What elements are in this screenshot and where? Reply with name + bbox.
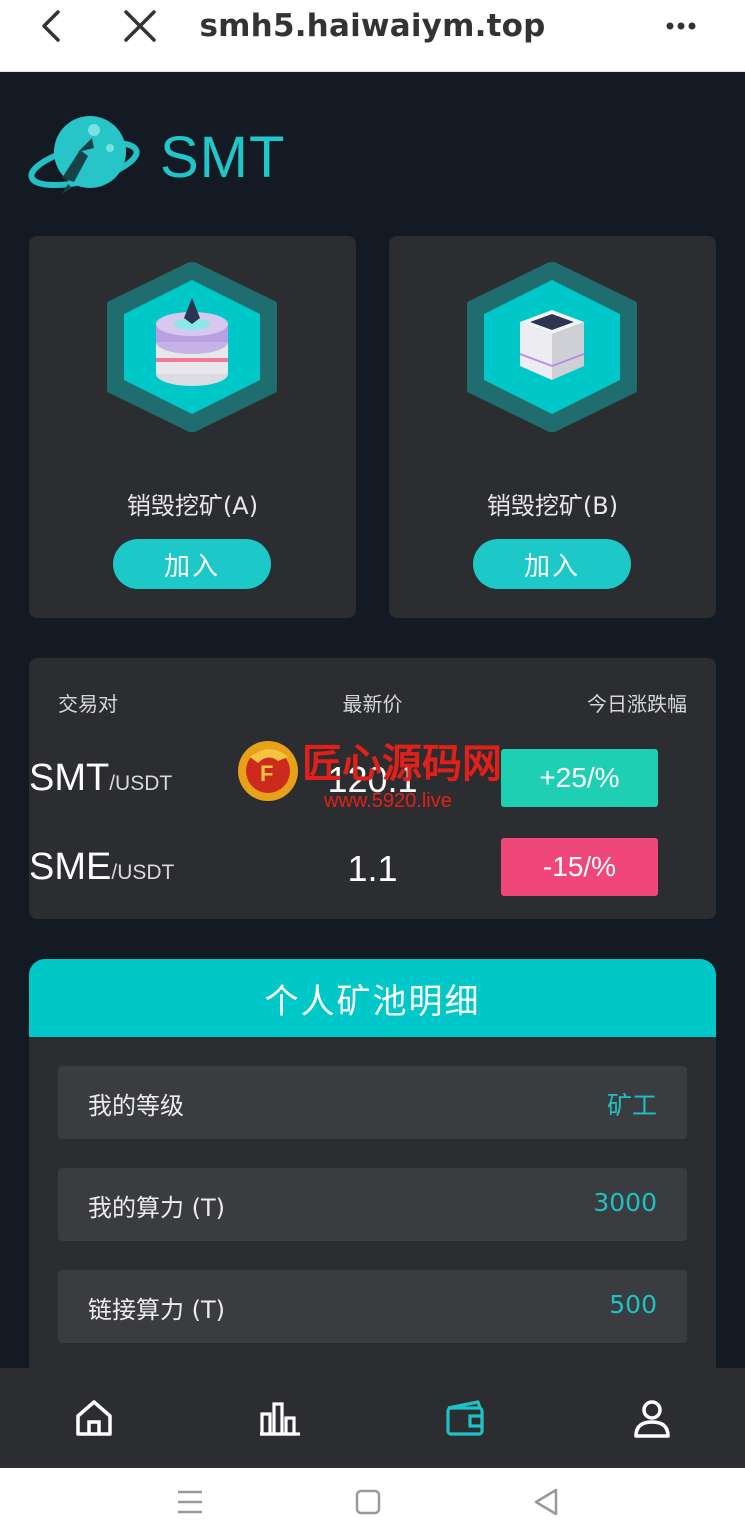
url-text[interactable]: smh5.haiwaiym.top bbox=[0, 8, 745, 44]
header-change: 今日涨跌幅 bbox=[587, 692, 687, 716]
watermark-text: 匠心源码网 bbox=[302, 740, 502, 787]
change-badge: -15/% bbox=[501, 838, 658, 896]
mining-title-b: 销毁挖矿(B) bbox=[486, 492, 619, 520]
system-navigation-bar bbox=[0, 1468, 745, 1536]
join-button-a[interactable]: 加入 bbox=[113, 539, 271, 589]
pool-row-level: 我的等级 矿工 bbox=[58, 1066, 687, 1139]
row-label: 链接算力 (T) bbox=[88, 1296, 226, 1324]
mining-card-a[interactable]: 销毁挖矿(A) 加入 bbox=[29, 236, 356, 618]
row-value: 矿工 bbox=[606, 1091, 657, 1120]
recent-apps-icon[interactable] bbox=[170, 1482, 210, 1522]
brand-header: SMT bbox=[28, 112, 285, 202]
mining-card-b[interactable]: 销毁挖矿(B) 加入 bbox=[389, 236, 716, 618]
market-row-sme[interactable]: SME/USDT 1.1 -15/% bbox=[0, 838, 745, 898]
profile-icon[interactable] bbox=[630, 1396, 674, 1440]
coin-stack-icon bbox=[100, 261, 284, 433]
change-badge: +25/% bbox=[501, 749, 658, 807]
watermark-url: www.5920.live bbox=[323, 790, 452, 812]
row-label: 我的等级 bbox=[88, 1092, 184, 1120]
home-icon[interactable] bbox=[72, 1396, 116, 1440]
back-nav-icon[interactable] bbox=[526, 1482, 566, 1522]
pool-row-link-hashrate: 链接算力 (T) 500 bbox=[58, 1270, 687, 1343]
mining-title-a: 销毁挖矿(A) bbox=[126, 492, 259, 520]
pool-title: 个人矿池明细 bbox=[29, 959, 716, 1037]
pool-details: 我的等级 矿工 我的算力 (T) 3000 链接算力 (T) 500 bbox=[29, 1037, 716, 1368]
chart-icon[interactable] bbox=[258, 1396, 302, 1440]
row-value: 500 bbox=[609, 1290, 657, 1319]
more-icon[interactable] bbox=[660, 6, 704, 46]
svg-text:F: F bbox=[260, 761, 273, 786]
join-button-b[interactable]: 加入 bbox=[473, 539, 631, 589]
app-content: SMT 销毁挖矿(A) 加入 销毁挖矿(B) 加入 交易对 最新价 今日涨跌幅 … bbox=[0, 72, 745, 1368]
home-button-icon[interactable] bbox=[348, 1482, 388, 1522]
cube-box-icon bbox=[460, 261, 644, 433]
wallet-icon[interactable] bbox=[444, 1396, 488, 1440]
pool-row-hashrate: 我的算力 (T) 3000 bbox=[58, 1168, 687, 1241]
watermark: F 匠心源码网 www.5920.live bbox=[232, 727, 522, 815]
row-value: 3000 bbox=[593, 1188, 657, 1217]
brand-name: SMT bbox=[160, 124, 286, 190]
row-label: 我的算力 (T) bbox=[88, 1194, 226, 1222]
planet-rocket-logo bbox=[28, 112, 144, 202]
bottom-tab-bar bbox=[0, 1368, 745, 1468]
browser-toolbar: smh5.haiwaiym.top bbox=[0, 0, 745, 72]
